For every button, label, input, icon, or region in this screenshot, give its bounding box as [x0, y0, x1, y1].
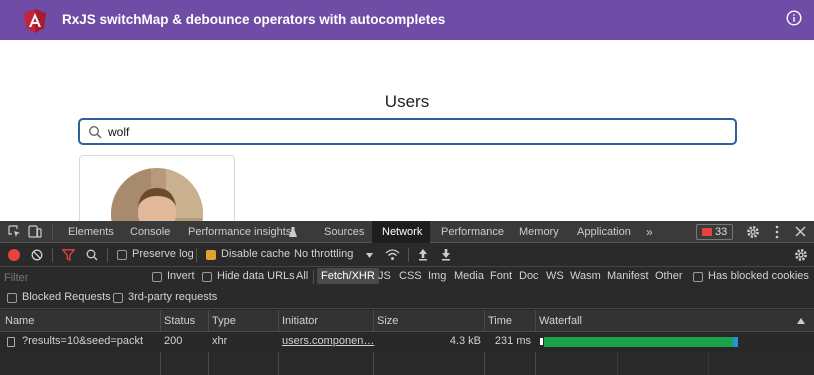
experiment-flask-icon: [289, 227, 297, 237]
filter-type-doc[interactable]: Doc: [519, 270, 539, 282]
column-size[interactable]: Size: [377, 315, 398, 327]
has-blocked-cookies-checkbox[interactable]: [693, 272, 703, 282]
info-icon[interactable]: [786, 10, 802, 26]
filter-bar-secondary: Blocked Requests 3rd-party requests: [0, 287, 814, 309]
device-toolbar-icon[interactable]: [28, 225, 42, 238]
network-conditions-icon[interactable]: [385, 248, 400, 261]
preserve-log-checkbox[interactable]: [117, 250, 127, 260]
search-input[interactable]: [108, 123, 708, 141]
document-file-icon: [7, 337, 15, 347]
request-name[interactable]: ?results=10&seed=packt: [22, 335, 143, 347]
hide-data-urls-label: Hide data URLs: [217, 270, 295, 282]
error-icon: [702, 228, 712, 236]
filter-type-media[interactable]: Media: [454, 270, 484, 282]
tab-sources[interactable]: Sources: [324, 226, 364, 238]
devtools-panel: Elements Console Performance insights So…: [0, 221, 814, 375]
column-waterfall[interactable]: Waterfall: [539, 315, 582, 327]
tab-elements[interactable]: Elements: [68, 226, 114, 238]
throttling-select[interactable]: No throttling: [294, 248, 353, 260]
filter-type-other[interactable]: Other: [655, 270, 683, 282]
settings-gear-icon[interactable]: [746, 225, 760, 239]
inspect-element-icon[interactable]: [8, 225, 21, 238]
third-party-label: 3rd-party requests: [128, 291, 218, 303]
tab-network[interactable]: Network: [372, 221, 430, 243]
filter-input[interactable]: [4, 270, 144, 285]
filter-funnel-icon[interactable]: [62, 249, 75, 261]
column-initiator[interactable]: Initiator: [282, 315, 318, 327]
third-party-checkbox[interactable]: [113, 293, 123, 303]
waterfall-download-segment: [733, 337, 738, 347]
waterfall-queue-marker: [540, 338, 543, 345]
blocked-requests-checkbox[interactable]: [7, 293, 17, 303]
tab-memory[interactable]: Memory: [519, 226, 559, 238]
filter-bar: Invert Hide data URLs All Fetch/XHR JS C…: [0, 267, 814, 287]
sort-ascending-icon: [797, 318, 805, 324]
filter-type-js[interactable]: JS: [378, 270, 391, 282]
angular-logo-icon: [24, 9, 46, 33]
export-har-icon[interactable]: [441, 248, 451, 261]
tab-application[interactable]: Application: [577, 226, 631, 238]
request-type: xhr: [212, 335, 228, 347]
search-icon: [88, 125, 102, 139]
network-toolbar: Preserve log Disable cache No throttling: [0, 243, 814, 267]
search-box[interactable]: [78, 118, 737, 145]
filter-type-fetch-xhr[interactable]: Fetch/XHR: [317, 268, 379, 284]
disable-cache-checkbox[interactable]: [206, 250, 216, 260]
filter-type-font[interactable]: Font: [490, 270, 512, 282]
import-har-icon[interactable]: [418, 248, 428, 261]
record-button[interactable]: [8, 249, 20, 261]
error-count-badge[interactable]: 33: [696, 224, 733, 240]
waterfall-track: [540, 337, 810, 347]
request-initiator[interactable]: users.componen…: [282, 335, 374, 347]
filter-type-ws[interactable]: WS: [546, 270, 564, 282]
filter-type-img[interactable]: Img: [428, 270, 446, 282]
filter-type-css[interactable]: CSS: [399, 270, 422, 282]
preserve-log-label: Preserve log: [132, 248, 194, 260]
tab-console[interactable]: Console: [130, 226, 170, 238]
table-row[interactable]: ?results=10&seed=packt 200 xhr users.com…: [0, 332, 814, 352]
invert-checkbox[interactable]: [152, 272, 162, 282]
hide-data-urls-checkbox[interactable]: [202, 272, 212, 282]
disable-cache-label: Disable cache: [221, 248, 291, 260]
column-time[interactable]: Time: [488, 315, 512, 327]
column-status[interactable]: Status: [164, 315, 195, 327]
app-title: RxJS switchMap & debounce operators with…: [62, 12, 446, 27]
clear-icon[interactable]: [31, 249, 43, 261]
has-blocked-cookies-label: Has blocked cookies: [708, 270, 809, 282]
app-header: RxJS switchMap & debounce operators with…: [0, 0, 814, 40]
filter-type-wasm[interactable]: Wasm: [570, 270, 601, 282]
blocked-requests-label: Blocked Requests: [22, 291, 111, 303]
invert-label: Invert: [167, 270, 195, 282]
waterfall-bar: [544, 337, 733, 347]
devtools-tab-bar: Elements Console Performance insights So…: [0, 221, 814, 243]
more-options-icon[interactable]: [775, 225, 779, 239]
column-name[interactable]: Name: [5, 315, 34, 327]
network-settings-gear-icon[interactable]: [794, 248, 808, 262]
search-network-icon[interactable]: [86, 249, 98, 261]
page-title: Users: [384, 92, 430, 111]
chevron-down-icon: [366, 253, 373, 258]
tab-performance-insights[interactable]: Performance insights: [188, 226, 291, 238]
column-type[interactable]: Type: [212, 315, 236, 327]
close-devtools-icon[interactable]: [795, 226, 806, 237]
tab-performance[interactable]: Performance: [441, 226, 504, 238]
request-status: 200: [164, 335, 183, 347]
requests-table-header: Name Status Type Initiator Size Time Wat…: [0, 310, 814, 332]
request-time: 231 ms: [494, 335, 531, 347]
request-size: 4.3 kB: [449, 335, 481, 347]
filter-type-all[interactable]: All: [296, 270, 308, 282]
filter-type-manifest[interactable]: Manifest: [607, 270, 649, 282]
more-tabs-button[interactable]: »: [646, 225, 653, 239]
error-count: 33: [715, 226, 728, 238]
